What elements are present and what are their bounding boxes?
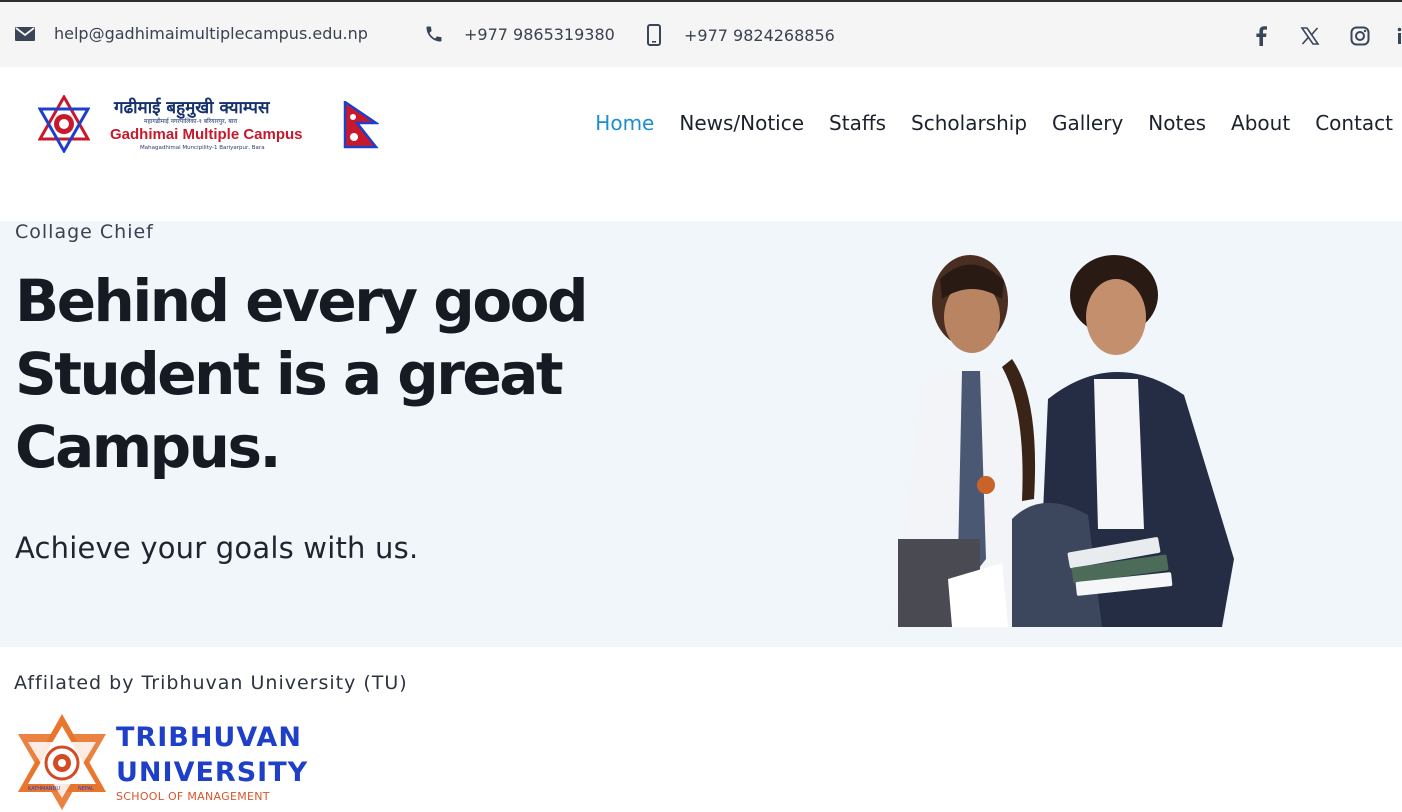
tu-name-line1: TRIBHUVAN xyxy=(116,722,302,753)
tu-emblem-icon: KATHMANDU NEPAL xyxy=(18,714,106,810)
main-navigation: Home News/Notice Staffs Scholarship Gall… xyxy=(570,111,1393,135)
tu-name-line2: UNIVERSITY xyxy=(116,757,309,788)
facebook-icon[interactable] xyxy=(1249,24,1273,48)
mobile-icon xyxy=(647,24,661,46)
nepal-emblem-icon xyxy=(38,95,90,153)
phone-icon xyxy=(426,26,442,42)
logo-address-english: Mahagadhimai Muncipility-1 Bariyarpur, B… xyxy=(140,145,265,151)
mobile-contact[interactable]: +977 9824268856 xyxy=(647,24,835,46)
nav-staffs[interactable]: Staffs xyxy=(829,111,886,135)
logo-name-nepali: गढीमाई बहुमुखी क्याम्पस xyxy=(114,98,270,118)
email-text[interactable]: help@gadhimaimultiplecampus.edu.np xyxy=(54,24,368,43)
affiliation-text: Affilated by Tribhuvan University (TU) xyxy=(14,672,408,694)
tu-logo[interactable]: KATHMANDU NEPAL TRIBHUVAN UNIVERSITY SCH… xyxy=(16,712,307,812)
nav-about[interactable]: About xyxy=(1231,111,1290,135)
nepal-flag-icon xyxy=(343,101,379,149)
top-contact-bar: help@gadhimaimultiplecampus.edu.np +977 … xyxy=(0,0,1402,67)
mail-icon xyxy=(15,26,35,41)
hero-title: Behind every good Student is a great Cam… xyxy=(15,267,589,481)
phone-text[interactable]: +977 9865319380 xyxy=(464,25,615,44)
logo-address-nepali: महागढीमाई नगरपालिका-१ बरियारपुर, बारा xyxy=(144,118,238,125)
tu-ring-left-text: KATHMANDU xyxy=(28,786,60,792)
phone-contact[interactable]: +977 9865319380 xyxy=(424,24,615,44)
campus-logo[interactable]: गढीमाई बहुमुखी क्याम्पस महागढीमाई नगरपाल… xyxy=(38,95,383,157)
hero-kicker: Collage Chief xyxy=(15,221,154,243)
hero-subtitle: Achieve your goals with us. xyxy=(15,531,419,565)
linkedin-icon[interactable] xyxy=(1394,24,1402,48)
instagram-icon[interactable] xyxy=(1348,24,1372,48)
tu-ring-right-text: NEPAL xyxy=(78,786,94,792)
nav-scholarship[interactable]: Scholarship xyxy=(911,111,1027,135)
nav-home[interactable]: Home xyxy=(595,111,654,135)
x-icon[interactable] xyxy=(1298,24,1322,48)
email-contact[interactable]: help@gadhimaimultiplecampus.edu.np xyxy=(14,24,368,43)
nav-contact[interactable]: Contact xyxy=(1315,111,1393,135)
hero-section: Collage Chief Behind every good Student … xyxy=(0,221,1402,647)
nav-notes[interactable]: Notes xyxy=(1148,111,1206,135)
tu-school-name: SCHOOL OF MANAGEMENT xyxy=(116,790,270,803)
mobile-text[interactable]: +977 9824268856 xyxy=(684,26,835,45)
logo-name-english: Gadhimai Multiple Campus xyxy=(110,126,303,143)
site-header: गढीमाई बहुमुखी क्याम्पस महागढीमाई नगरपाल… xyxy=(0,67,1402,221)
students-photo xyxy=(892,255,1234,627)
nav-news-notice[interactable]: News/Notice xyxy=(679,111,804,135)
nav-gallery[interactable]: Gallery xyxy=(1052,111,1123,135)
